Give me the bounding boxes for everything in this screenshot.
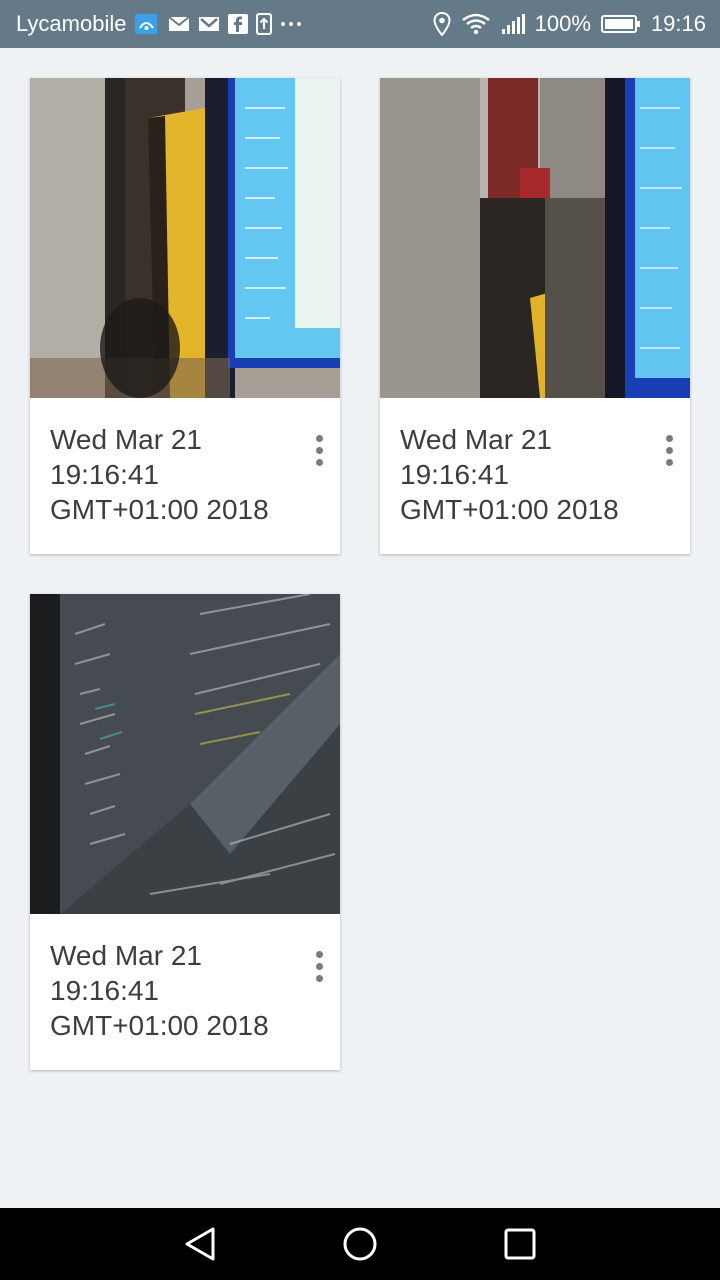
- overflow-menu-icon[interactable]: [658, 430, 680, 470]
- home-button[interactable]: [340, 1226, 380, 1262]
- battery-icon: [600, 14, 641, 34]
- overflow-menu-icon[interactable]: [308, 946, 330, 986]
- more-dots-icon: [280, 21, 302, 27]
- photo-thumbnail[interactable]: [30, 78, 340, 398]
- signal-icon: [501, 14, 525, 34]
- photo-caption: Wed Mar 21 19:16:41 GMT+01:00 2018: [400, 424, 619, 525]
- recents-button[interactable]: [500, 1226, 540, 1262]
- photo-caption: Wed Mar 21 19:16:41 GMT+01:00 2018: [50, 940, 269, 1041]
- carrier-name: Lycamobile: [16, 11, 127, 36]
- photo-caption: Wed Mar 21 19:16:41 GMT+01:00 2018: [50, 424, 269, 525]
- navigation-bar: [0, 1208, 720, 1280]
- home-icon: [343, 1227, 377, 1261]
- clock: 19:16: [650, 11, 706, 36]
- facebook-icon: [228, 14, 249, 34]
- gallery-grid: Wed Mar 21 19:16:41 GMT+01:00 2018 Wed M…: [0, 48, 720, 1208]
- photo-thumbnail[interactable]: [30, 594, 340, 914]
- upload-icon: [256, 13, 273, 35]
- gallery-card[interactable]: Wed Mar 21 19:16:41 GMT+01:00 2018: [380, 78, 690, 554]
- gmail-icon: [198, 15, 220, 33]
- email-icon: [168, 15, 191, 33]
- wifi-icon: [461, 13, 491, 35]
- recents-icon: [504, 1228, 536, 1260]
- wifi-calling-icon: [134, 12, 160, 36]
- battery-percentage: 100%: [534, 11, 591, 36]
- gallery-card[interactable]: Wed Mar 21 19:16:41 GMT+01:00 2018: [30, 78, 340, 554]
- location-icon: [433, 12, 451, 36]
- back-icon: [185, 1227, 215, 1261]
- status-bar: Lycamobile 100% 19:16: [0, 0, 720, 48]
- gallery-card[interactable]: Wed Mar 21 19:16:41 GMT+01:00 2018: [30, 594, 340, 1070]
- photo-thumbnail[interactable]: [380, 78, 690, 398]
- back-button[interactable]: [180, 1226, 220, 1262]
- overflow-menu-icon[interactable]: [308, 430, 330, 470]
